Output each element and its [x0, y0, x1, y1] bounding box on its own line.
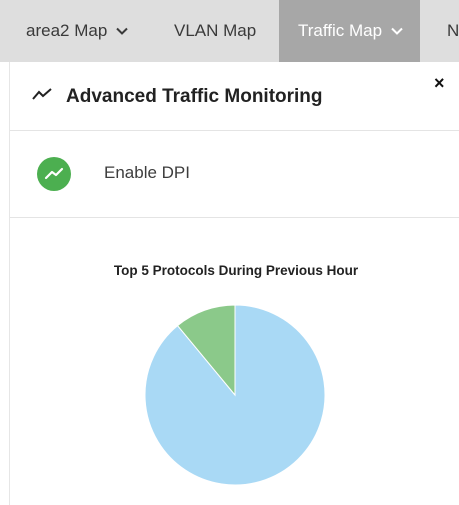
close-icon[interactable]: × — [434, 73, 445, 94]
tab-label: N — [447, 21, 459, 40]
panel-header: Advanced Traffic Monitoring × — [10, 62, 459, 131]
traffic-monitoring-panel: Advanced Traffic Monitoring × Enable DPI… — [9, 62, 459, 505]
chevron-down-icon — [116, 27, 128, 35]
trend-check-icon — [44, 167, 64, 180]
tab-next-truncated[interactable]: N — [429, 0, 459, 62]
panel-title: Advanced Traffic Monitoring — [66, 86, 323, 107]
tab-label: Traffic Map — [298, 21, 383, 40]
tab-traffic-map[interactable]: Traffic Map — [279, 0, 421, 62]
trend-line-icon — [32, 87, 52, 106]
chart-title: Top 5 Protocols During Previous Hour — [113, 263, 359, 278]
tab-label: area2 Map — [26, 21, 108, 40]
tab-area2-map[interactable]: area2 Map — [0, 0, 142, 62]
dpi-toggle[interactable] — [37, 157, 71, 191]
map-tab-bar: area2 Map VLAN Map Traffic Map N — [0, 0, 459, 62]
dpi-setting-row: Enable DPI — [10, 131, 459, 218]
tab-vlan-map[interactable]: VLAN Map — [160, 0, 276, 62]
chevron-down-icon — [391, 27, 403, 35]
tab-label: VLAN Map — [174, 21, 257, 40]
dpi-label: Enable DPI — [104, 163, 190, 182]
protocols-pie-chart — [144, 304, 326, 486]
